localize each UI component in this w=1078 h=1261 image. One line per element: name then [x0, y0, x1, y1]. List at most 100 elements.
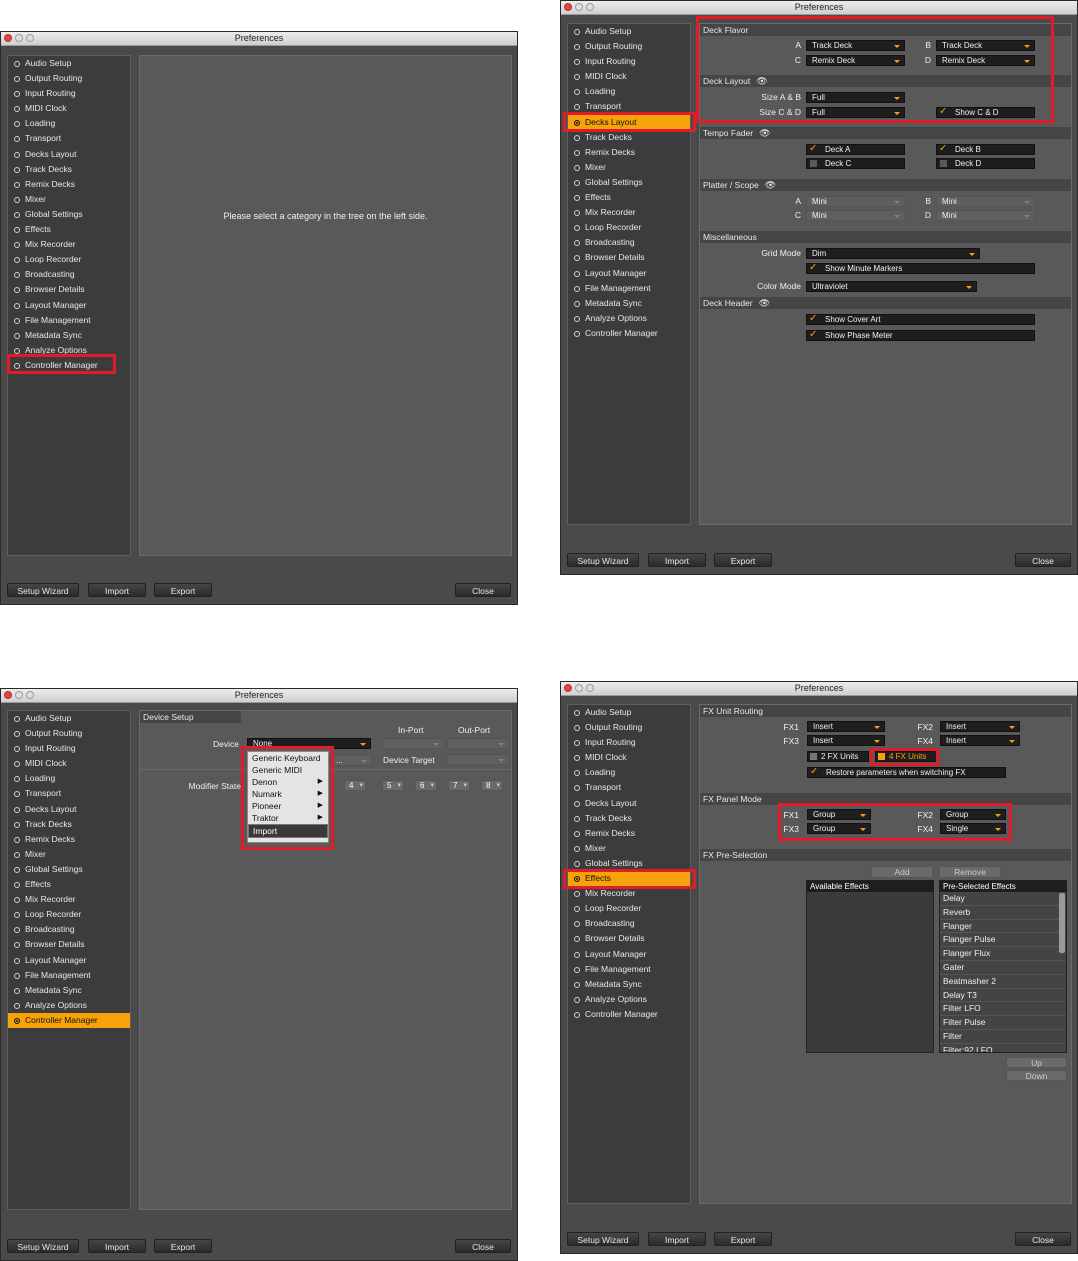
- sidebar-item-transport[interactable]: Transport: [8, 786, 130, 801]
- sidebar-item-global-settings[interactable]: Global Settings: [568, 175, 690, 190]
- modifier-5-stepper[interactable]: 5: [382, 780, 404, 791]
- sidebar-item-global-settings[interactable]: Global Settings: [568, 856, 690, 871]
- list-item[interactable]: Gater: [940, 960, 1066, 975]
- minimize-window-icon[interactable]: [575, 684, 583, 692]
- tempo-deck-b-checkbox[interactable]: ✓ Deck B: [936, 143, 1035, 155]
- zoom-window-icon[interactable]: [586, 3, 594, 11]
- sidebar-item-broadcasting[interactable]: Broadcasting: [568, 916, 690, 931]
- sidebar-item-controller-manager[interactable]: Controller Manager: [8, 1012, 130, 1028]
- menu-item-generic-midi[interactable]: Generic MIDI: [248, 764, 328, 776]
- fx2-mode-dropdown[interactable]: Group: [940, 809, 1006, 820]
- sidebar-item-loop-recorder[interactable]: Loop Recorder: [8, 907, 130, 922]
- sidebar-item-remix-decks[interactable]: Remix Decks: [8, 177, 130, 192]
- sidebar-item-layout-manager[interactable]: Layout Manager: [8, 298, 130, 313]
- minimize-window-icon[interactable]: [575, 3, 583, 11]
- sidebar-item-metadata-sync[interactable]: Metadata Sync: [8, 328, 130, 343]
- close-window-icon[interactable]: [564, 684, 572, 692]
- sidebar-item-remix-decks[interactable]: Remix Decks: [568, 826, 690, 841]
- list-item[interactable]: Delay: [940, 892, 1066, 906]
- export-button[interactable]: Export: [714, 553, 772, 567]
- import-button[interactable]: Import: [648, 1232, 706, 1246]
- sidebar-item-mix-recorder[interactable]: Mix Recorder: [8, 892, 130, 907]
- close-button[interactable]: Close: [455, 583, 511, 597]
- modifier-6-stepper[interactable]: 6: [415, 780, 437, 791]
- export-button[interactable]: Export: [154, 583, 212, 597]
- sidebar-item-transport[interactable]: Transport: [568, 99, 690, 114]
- sidebar-item-file-management[interactable]: File Management: [568, 281, 690, 296]
- sidebar-item-decks-layout[interactable]: Decks Layout: [8, 147, 130, 162]
- list-scrollbar[interactable]: [1059, 893, 1065, 953]
- sidebar-item-global-settings[interactable]: Global Settings: [8, 862, 130, 877]
- modifier-8-stepper[interactable]: 8: [481, 780, 503, 791]
- sidebar-item-layout-manager[interactable]: Layout Manager: [568, 947, 690, 962]
- four-fx-units-radio[interactable]: 4 FX Units: [875, 751, 937, 762]
- up-button[interactable]: Up: [1006, 1057, 1067, 1068]
- sidebar-item-output-routing[interactable]: Output Routing: [8, 726, 130, 741]
- menu-item-denon[interactable]: Denon ▶: [248, 776, 328, 788]
- sidebar-item-broadcasting[interactable]: Broadcasting: [8, 922, 130, 937]
- list-item[interactable]: Flanger Pulse: [940, 933, 1066, 948]
- deck-d-flavor-dropdown[interactable]: Remix Deck: [936, 55, 1035, 66]
- preselected-effects-list[interactable]: Pre-Selected Effects Delay Reverb Flanger F…: [939, 880, 1067, 1053]
- show-minute-markers-checkbox[interactable]: ✓ Show Minute Markers: [806, 262, 1035, 274]
- sidebar-item-metadata-sync[interactable]: Metadata Sync: [568, 977, 690, 992]
- sidebar-item-loop-recorder[interactable]: Loop Recorder: [568, 901, 690, 916]
- deck-c-flavor-dropdown[interactable]: Remix Deck: [806, 55, 905, 66]
- sidebar-item-mixer[interactable]: Mixer: [568, 841, 690, 856]
- sidebar-item-decks-layout[interactable]: Decks Layout: [568, 114, 690, 130]
- sidebar-item-global-settings[interactable]: Global Settings: [8, 207, 130, 222]
- sidebar-item-audio-setup[interactable]: Audio Setup: [8, 56, 130, 71]
- sidebar-item-loop-recorder[interactable]: Loop Recorder: [8, 252, 130, 267]
- sidebar-item-audio-setup[interactable]: Audio Setup: [568, 24, 690, 39]
- setup-wizard-button[interactable]: Setup Wizard: [567, 553, 639, 567]
- minimize-window-icon[interactable]: [15, 34, 23, 42]
- sidebar-item-remix-decks[interactable]: Remix Decks: [568, 145, 690, 160]
- sidebar-item-transport[interactable]: Transport: [568, 780, 690, 795]
- sidebar-item-mixer[interactable]: Mixer: [8, 847, 130, 862]
- close-button[interactable]: Close: [455, 1239, 511, 1253]
- close-window-icon[interactable]: [564, 3, 572, 11]
- import-button[interactable]: Import: [88, 1239, 146, 1253]
- sidebar-item-loading[interactable]: Loading: [8, 116, 130, 131]
- sidebar-item-output-routing[interactable]: Output Routing: [568, 39, 690, 54]
- in-port-dropdown[interactable]: [382, 738, 444, 749]
- setup-wizard-button[interactable]: Setup Wizard: [567, 1232, 639, 1246]
- tempo-deck-c-checkbox[interactable]: Deck C: [806, 158, 905, 169]
- restore-parameters-checkbox[interactable]: ✓ Restore parameters when switching FX: [807, 766, 1006, 778]
- deck-a-flavor-dropdown[interactable]: Track Deck: [806, 40, 905, 51]
- sidebar-item-effects[interactable]: Effects: [568, 190, 690, 205]
- sidebar-item-remix-decks[interactable]: Remix Decks: [8, 832, 130, 847]
- out-port-dropdown[interactable]: [447, 738, 509, 749]
- sidebar-item-browser-details[interactable]: Browser Details: [8, 937, 130, 952]
- sidebar-item-audio-setup[interactable]: Audio Setup: [8, 711, 130, 726]
- fx4-mode-dropdown[interactable]: Single: [940, 823, 1006, 834]
- close-button[interactable]: Close: [1015, 553, 1071, 567]
- setup-wizard-button[interactable]: Setup Wizard: [7, 583, 79, 597]
- sidebar-item-midi-clock[interactable]: MIDI Clock: [568, 750, 690, 765]
- fx2-routing-dropdown[interactable]: Insert: [940, 721, 1020, 732]
- list-item[interactable]: Flanger: [940, 919, 1066, 934]
- sidebar-item-analyze-options[interactable]: Analyze Options: [8, 343, 130, 358]
- sidebar-item-loading[interactable]: Loading: [8, 771, 130, 786]
- sidebar-item-mix-recorder[interactable]: Mix Recorder: [8, 237, 130, 252]
- eye-icon[interactable]: 👁: [759, 127, 770, 139]
- list-item[interactable]: Filter Pulse: [940, 1016, 1066, 1030]
- zoom-window-icon[interactable]: [26, 691, 34, 699]
- device-dropdown-secondary[interactable]: ...: [330, 755, 372, 766]
- list-item[interactable]: Beatmasher 2: [940, 974, 1066, 989]
- eye-icon[interactable]: 👁: [765, 179, 776, 191]
- sidebar-item-transport[interactable]: Transport: [8, 131, 130, 146]
- sidebar-item-input-routing[interactable]: Input Routing: [568, 735, 690, 750]
- sidebar-item-input-routing[interactable]: Input Routing: [568, 54, 690, 69]
- export-button[interactable]: Export: [154, 1239, 212, 1253]
- list-item[interactable]: Delay T3: [940, 988, 1066, 1003]
- close-button[interactable]: Close: [1015, 1232, 1071, 1246]
- sidebar-item-file-management[interactable]: File Management: [8, 313, 130, 328]
- minimize-window-icon[interactable]: [15, 691, 23, 699]
- setup-wizard-button[interactable]: Setup Wizard: [7, 1239, 79, 1253]
- color-mode-dropdown[interactable]: Ultraviolet: [806, 281, 977, 292]
- sidebar-item-broadcasting[interactable]: Broadcasting: [8, 267, 130, 282]
- sidebar-item-file-management[interactable]: File Management: [568, 962, 690, 977]
- sidebar-item-track-decks[interactable]: Track Decks: [568, 811, 690, 826]
- sidebar-item-track-decks[interactable]: Track Decks: [8, 817, 130, 832]
